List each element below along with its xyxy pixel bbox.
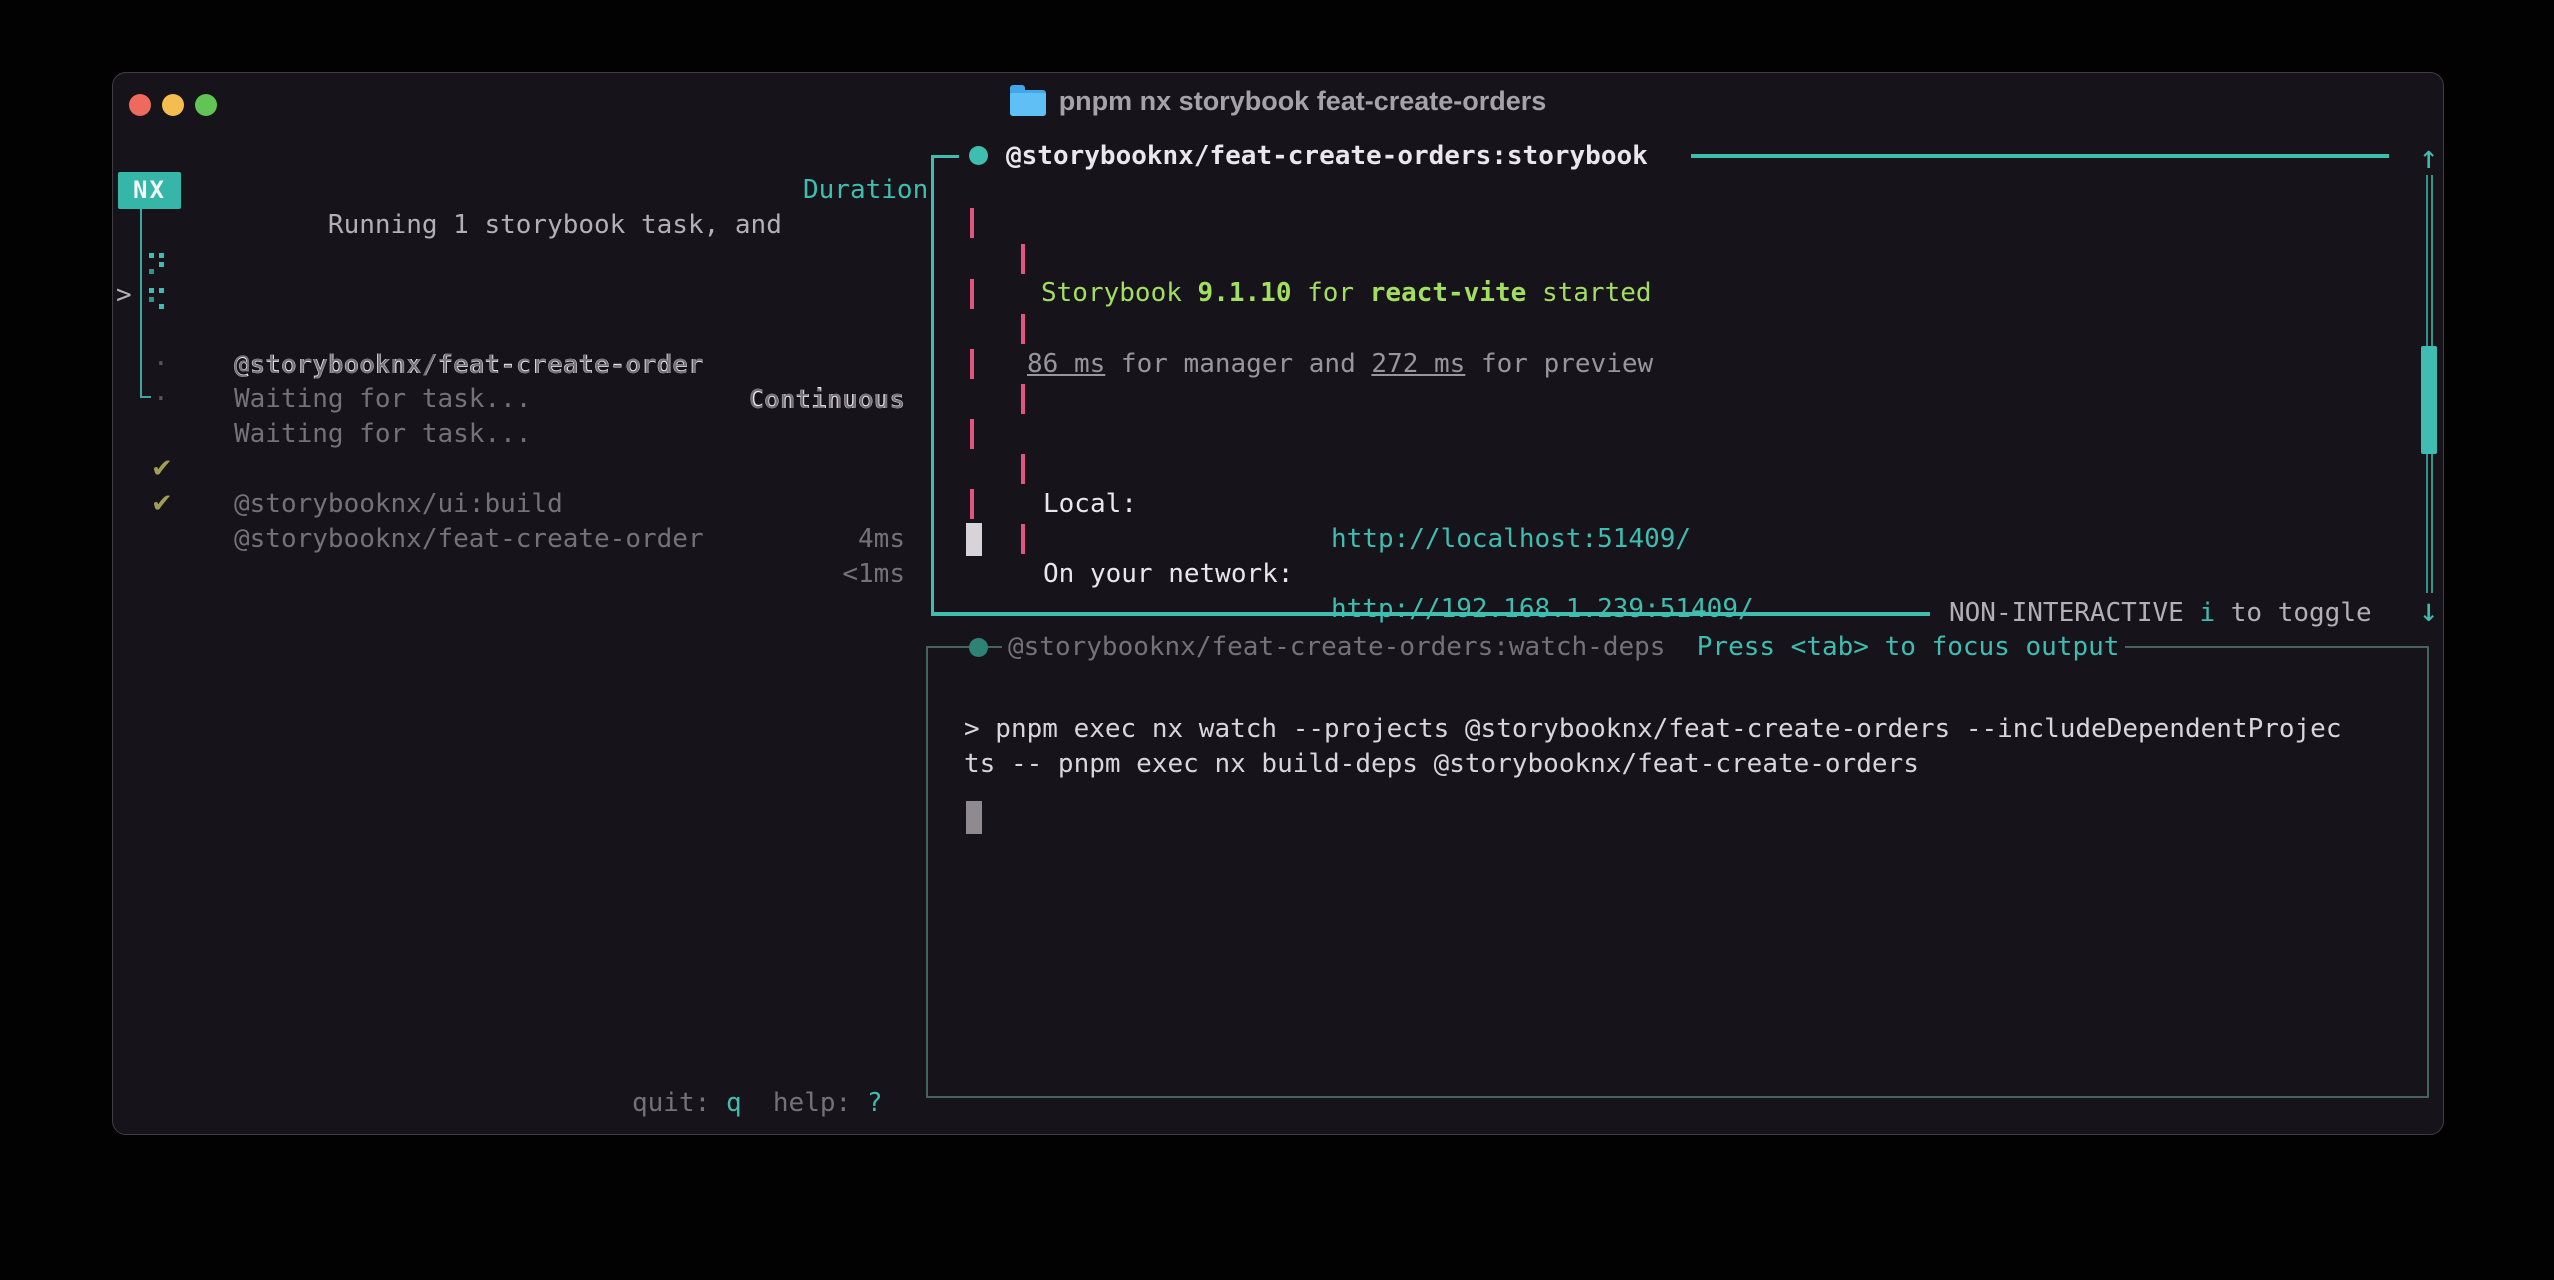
quit-key: q [726,1088,742,1118]
task-row[interactable]: > @storybooknx/feat-create-order Continu… [113,243,931,278]
output-gutter-bar [970,489,974,519]
output-line: 86 ms for manager and 272 ms for preview [113,277,207,312]
output-line [113,522,207,557]
folder-icon [1010,90,1046,116]
task-name: @storybooknx/feat-create-order [234,522,704,557]
started-pre: Storybook [1041,278,1198,308]
task-row-waiting: · Waiting for task... [113,347,931,382]
window-title: pnpm nx storybook feat-create-orders [1059,86,1547,117]
network-url-link[interactable]: http://192.168.1.239:51409/ [1331,592,1754,627]
task-row-done[interactable]: ✔ @storybooknx/feat-create-order <1ms [113,452,931,487]
toggle-key: i [2199,598,2215,628]
help-label: help: [773,1088,851,1118]
output-gutter-bar [1021,524,1025,554]
output-gutter-bar [1021,244,1025,274]
terminal-cursor [966,523,982,556]
quit-label: quit: [632,1088,710,1118]
task-row[interactable]: @storybooknx/feat-create-order Continuou… [113,278,931,313]
spacer [710,1088,726,1118]
tasks-header: Running 1 storybook task, and [234,173,782,208]
output-gutter-bar [970,208,974,238]
timing-line: 86 ms for manager and 272 ms for preview [1027,347,1653,382]
duration-column-header: Duration [803,173,928,208]
task-row-waiting: · Waiting for task... [113,312,931,347]
toggle-suffix: to toggle [2215,598,2372,628]
focus-output-hint: Press <tab> to focus output [1697,632,2120,662]
scroll-down-arrow[interactable]: ↓ [2419,594,2438,626]
task-duration: 4ms [858,522,905,557]
terminal-cursor [966,801,982,834]
waiting-text: Waiting for task... [234,382,531,417]
task-name: @storybooknx/ui:build [234,487,563,522]
watch-command-line-1: > pnpm exec nx watch --projects @storybo… [964,712,2342,747]
task-duration: Continuous [748,383,905,418]
spacer [742,1088,773,1118]
preview-time: 272 ms [1371,349,1465,379]
running-dot-icon [969,638,988,657]
spacer [851,1088,867,1118]
watchdeps-pane: @storybooknx/feat-create-orders:watch-de… [926,646,2429,1098]
nx-badge: NX [118,172,181,209]
manager-time: 86 ms [1027,349,1105,379]
local-label: Local: [1043,487,1137,522]
non-interactive-label: NON-INTERACTIVE [1949,598,2199,628]
watch-command-line-2: ts -- pnpm exec nx build-deps @storybook… [964,747,1919,782]
output-line: Local: http://localhost:51409/ [113,417,207,452]
storybook-pane-border-bottom [931,612,1930,616]
watchdeps-title-text: @storybooknx/feat-create-orders:watch-de… [1008,632,1665,662]
terminal-window: pnpm nx storybook feat-create-orders NX … [112,72,2444,1135]
network-label: On your network: [1043,557,1293,592]
task-row-done[interactable]: ✔ @storybooknx/ui:build 4ms [113,417,931,452]
timing-post: for preview [1465,349,1653,379]
spacer [1665,632,1696,662]
non-interactive-hint: NON-INTERACTIVE i to toggle [1949,596,2372,631]
scroll-up-arrow[interactable]: ↑ [2419,141,2438,173]
storybook-framework: react-vite [1370,278,1527,308]
output-gutter-bar [970,279,974,309]
output-line: Storybook 9.1.10 for react-vite started [113,206,2413,241]
storybook-version: 9.1.10 [1198,278,1292,308]
local-url-link[interactable]: http://localhost:51409/ [1331,522,1691,557]
scrollbar-thumb[interactable] [2421,346,2437,454]
storybook-pane-border-top [1691,154,2389,158]
task-duration: <1ms [842,557,905,592]
storybook-pane-title[interactable]: @storybooknx/feat-create-orders:storyboo… [1006,139,1648,174]
output-gutter-bar [970,419,974,449]
output-gutter-bar [1021,314,1025,344]
output-line: On your network: http://192.168.1.239:51… [113,487,207,522]
output-gutter-bar [1021,454,1025,484]
help-key: ? [867,1088,883,1118]
started-mid: for [1291,278,1369,308]
running-dot-icon [969,146,988,165]
storybook-pane-border-corner [931,155,959,158]
watchdeps-pane-title[interactable]: @storybooknx/feat-create-orders:watch-de… [1002,630,2125,665]
window-title-container: pnpm nx storybook feat-create-orders [113,73,2443,129]
timing-mid: for manager and [1105,349,1371,379]
title-bar: pnpm nx storybook feat-create-orders [113,73,2443,129]
output-gutter-bar [1021,384,1025,414]
output-gutter-bar [970,349,974,379]
keyboard-hints: quit: q help: ? [632,1086,883,1121]
started-post: started [1526,278,1651,308]
storybook-started-line: Storybook 9.1.10 for react-vite started [1041,276,1652,311]
